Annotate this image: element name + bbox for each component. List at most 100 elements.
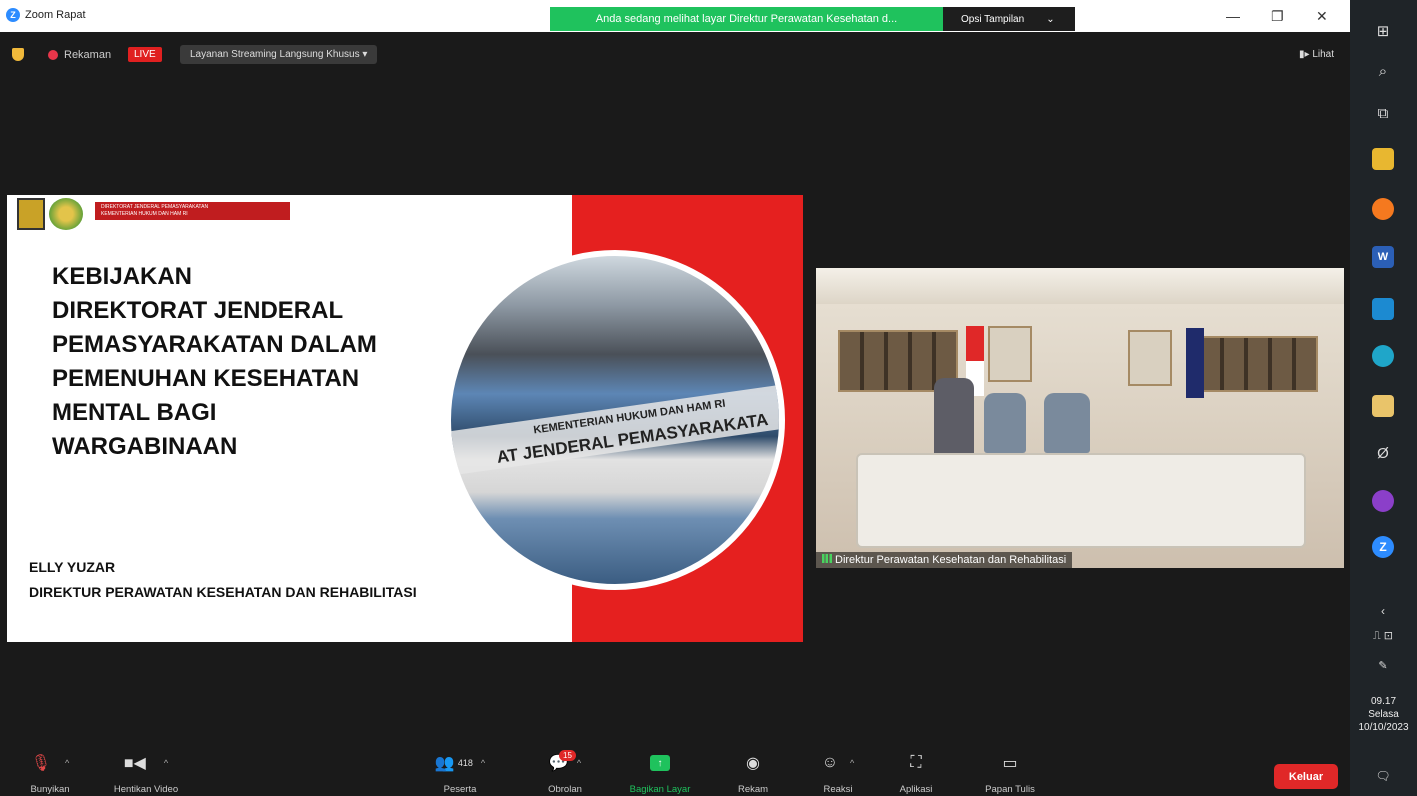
speaker-role: DIREKTUR PERAWATAN KESEHATAN DAN REHABIL… (29, 584, 417, 600)
apps-icon: ⛶ (910, 754, 922, 771)
participants-icon: 👥 418 ^ (434, 755, 486, 772)
mail-icon[interactable] (1372, 298, 1394, 320)
word-icon[interactable]: W (1372, 246, 1394, 268)
slide-title-line: PEMENUHAN KESEHATAN (52, 365, 360, 392)
notification-icon[interactable]: 🗨 (1372, 765, 1394, 787)
view-label: Lihat (1312, 49, 1334, 60)
view-button[interactable]: ▮▸ Lihat (1299, 49, 1334, 60)
video-camera-icon: ■◀ ^ (123, 755, 169, 772)
participants-count: 418 (457, 758, 473, 768)
slide-title-line: DIREKTORAT JENDERAL (52, 297, 344, 324)
microphone-muted-icon: 🎙 ^ (30, 755, 70, 772)
slide-title-line: PEMASYARAKATAN DALAM (52, 331, 377, 358)
participants-button[interactable]: 👥 418 ^ Peserta (420, 752, 500, 795)
org-name-tag: DIREKTORAT JENDERAL PEMASYARAKATAN KEMEN… (95, 202, 290, 220)
leave-button[interactable]: Keluar (1274, 764, 1338, 789)
store-icon[interactable] (1372, 395, 1394, 417)
file-explorer-icon[interactable] (1372, 148, 1394, 170)
chevron-down-icon: ⌄ (1046, 13, 1055, 25)
recording-icon (48, 50, 58, 60)
org-name-line2: KEMENTERIAN HUKUM DAN HAM RI (101, 211, 188, 217)
building-sign: KEMENTERIAN HUKUM DAN HAM RI AT JENDERAL… (451, 379, 779, 477)
unmute-button[interactable]: 🎙 ^ Bunyikan (22, 752, 78, 795)
streaming-service-button[interactable]: Layanan Streaming Langsung Khusus ▾ (180, 45, 378, 64)
slide-title-line: KEBIJAKAN (52, 263, 193, 290)
signal-strength-icon (822, 554, 832, 563)
org-name-line1: DIREKTORAT JENDERAL PEMASYARAKATAN (101, 204, 209, 210)
close-button[interactable]: ✕ (1316, 8, 1328, 25)
task-view-icon[interactable]: ⧉ (1372, 102, 1394, 124)
copilot-icon[interactable] (1372, 490, 1394, 512)
screen-share-banner: Anda sedang melihat layar Direktur Peraw… (550, 7, 943, 31)
conference-table (856, 453, 1306, 548)
building-photo: KEMENTERIAN HUKUM DAN HAM RI AT JENDERAL… (445, 250, 785, 590)
search-icon[interactable]: ⌕ (1372, 60, 1394, 82)
clock-day: Selasa (1368, 709, 1399, 720)
share-screen-button[interactable]: ↑ Bagikan Layar (615, 752, 705, 795)
pen-icon[interactable]: ✎ (1372, 654, 1394, 676)
stop-video-label: Hentikan Video (113, 784, 179, 795)
view-options-label: Opsi Tampilan (961, 13, 1025, 25)
minimize-button[interactable]: — (1226, 8, 1240, 24)
speaker-name: ELLY YUZAR (29, 559, 116, 575)
clock-time: 09.17 (1370, 696, 1397, 707)
whiteboard-button[interactable]: ▭ Papan Tulis (970, 752, 1050, 795)
unmute-label: Bunyikan (30, 784, 70, 795)
edge-icon[interactable] (1372, 345, 1394, 367)
restore-button[interactable]: ❐ (1271, 8, 1284, 25)
pemasyarakatan-logo (49, 198, 83, 230)
share-screen-label: Bagikan Layar (629, 784, 691, 795)
whiteboard-icon: ▭ (1002, 755, 1018, 772)
slide-title-line: WARGABINAAN (52, 433, 238, 460)
record-label: Rekam (737, 784, 769, 795)
record-button[interactable]: ◉ Rekam (725, 752, 781, 795)
security-shield-icon[interactable] (12, 48, 24, 61)
reactions-button[interactable]: ☺ ^ Reaksi (808, 752, 868, 795)
person-standing (934, 378, 974, 458)
person-seated (1044, 393, 1090, 453)
view-options-button[interactable]: Opsi Tampilan ⌄ (943, 7, 1075, 31)
whiteboard-label: Papan Tulis (985, 784, 1035, 795)
system-tray-icons[interactable]: ⎍ ⊡ (1372, 625, 1394, 647)
firefox-icon[interactable] (1372, 198, 1394, 220)
participant-video[interactable]: Direktur Perawatan Kesehatan dan Rehabil… (816, 268, 1344, 568)
chat-bubble-icon: 💬 ^ 15 (548, 750, 582, 772)
meeting-toolbar: 🎙 ^ Bunyikan ■◀ ^ Hentikan Video 👥 418 ^ … (0, 746, 1350, 796)
slide-title-line: MENTAL BAGI (52, 399, 217, 426)
reactions-label: Reaksi (823, 784, 853, 795)
windows-taskbar: ⊞ ⌕ ⧉ W Ø Z ‹ ⎍ ⊡ ✎ 09.17 Selasa 10/10/2… (1350, 0, 1417, 796)
taskbar-clock[interactable]: 09.17 Selasa 10/10/2023 (1350, 695, 1417, 734)
app-icon[interactable]: Ø (1372, 442, 1394, 464)
zoom-icon[interactable]: Z (1372, 536, 1394, 558)
stop-video-button[interactable]: ■◀ ^ Hentikan Video (98, 752, 194, 795)
portrait-frames (1198, 336, 1318, 392)
person-seated (984, 393, 1026, 453)
portrait-frame (988, 326, 1032, 382)
apps-button[interactable]: ⛶ Aplikasi (888, 752, 944, 795)
record-icon: ◉ (746, 755, 760, 772)
chat-unread-badge: 15 (559, 750, 576, 761)
share-screen-icon: ↑ (650, 755, 670, 771)
participants-label: Peserta (443, 784, 477, 795)
caret-down-icon: ▾ (362, 49, 368, 60)
portrait-frame (1128, 330, 1172, 386)
chevron-left-icon[interactable]: ‹ (1372, 600, 1394, 622)
chat-button[interactable]: 💬 ^ 15 Obrolan (535, 750, 595, 795)
kemenkumham-logo (17, 198, 45, 230)
title-bar: Z Zoom Rapat Anda sedang melihat layar D… (0, 0, 1350, 32)
flag-blue (1186, 328, 1204, 398)
clock-date: 10/10/2023 (1358, 722, 1409, 733)
chat-label: Obrolan (548, 784, 582, 795)
apps-label: Aplikasi (899, 784, 933, 795)
app-title: Z Zoom Rapat (6, 8, 86, 22)
streaming-service-label: Layanan Streaming Langsung Khusus (190, 49, 360, 60)
slide-title: KEBIJAKAN DIREKTORAT JENDERAL PEMASYARAK… (52, 260, 377, 464)
recording-label[interactable]: Rekaman (64, 49, 111, 61)
view-grid-icon: ▮▸ (1299, 49, 1313, 60)
windows-start-icon[interactable]: ⊞ (1372, 20, 1394, 42)
meeting-header: Rekaman LIVE Layanan Streaming Langsung … (0, 41, 1350, 71)
video-ceiling (816, 268, 1344, 304)
window-title: Zoom Rapat (25, 9, 86, 21)
participant-name: Direktur Perawatan Kesehatan dan Rehabil… (835, 554, 1067, 566)
live-badge: LIVE (128, 47, 162, 62)
